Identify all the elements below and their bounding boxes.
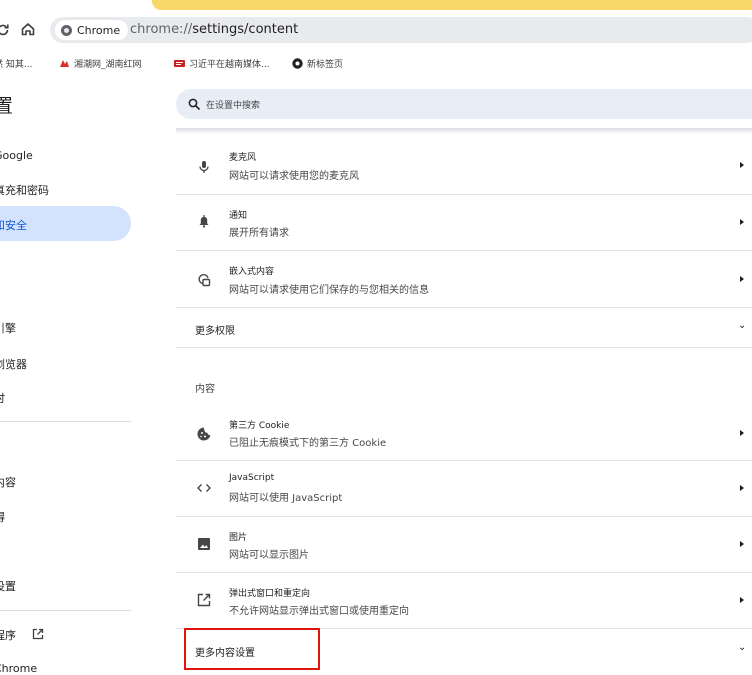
bookmark-item[interactable]: 新标签页 — [292, 57, 343, 70]
content-row-popups[interactable]: 弹出式窗口和重定向 不允许网站显示弹出式窗口或使用重定向 — [176, 572, 752, 629]
sidebar-item-default-browser[interactable]: 浏览器 — [0, 356, 27, 372]
bookmark-label: 然 知其... — [0, 60, 33, 70]
microphone-icon — [199, 161, 209, 173]
sidebar-item-extensions[interactable]: 程序 — [0, 627, 44, 643]
sidebar-divider — [0, 421, 131, 422]
page-title: 置 — [0, 95, 14, 117]
omnibox[interactable]: Chrome chrome://settings/content — [50, 17, 752, 43]
reload-icon[interactable] — [0, 23, 10, 37]
bookmark-label: 湘潮网_湖南红网 — [74, 60, 142, 70]
content-row-images[interactable]: 图片 网站可以显示图片 — [176, 516, 752, 573]
code-icon — [197, 484, 211, 492]
arrow-right-icon — [740, 276, 744, 282]
arrow-right-icon — [740, 485, 744, 491]
arrow-right-icon — [740, 219, 744, 225]
url-scheme: chrome:// — [130, 22, 193, 37]
bookmark-item[interactable]: 湘潮网_湖南红网 — [59, 57, 142, 70]
top-notice-bar — [152, 0, 752, 10]
row-title: 嵌入式内容 — [229, 267, 275, 277]
chevron-down-icon: ⌄ — [738, 320, 747, 331]
permission-row-notifications[interactable]: 通知 展开所有请求 — [176, 194, 752, 251]
image-icon — [198, 538, 210, 550]
bookmark-item[interactable]: 习近平在越南媒体... — [174, 57, 270, 70]
row-title: 通知 — [229, 211, 248, 221]
bookmark-label: 新标签页 — [307, 60, 344, 70]
settings-header: 置 在设置中搜索 — [0, 84, 752, 128]
content-row-javascript[interactable]: JavaScript 网站可以使用 JavaScript — [176, 460, 752, 517]
content-row-third-party-cookies[interactable]: 第三方 Cookie 已阻止无痕模式下的第三方 Cookie — [176, 409, 752, 460]
arrow-right-icon — [740, 541, 744, 547]
site-info-chip[interactable]: Chrome — [55, 20, 129, 40]
sidebar-item-downloads[interactable]: 得 — [0, 509, 5, 525]
sidebar-item-reset[interactable]: 设置 — [0, 578, 16, 594]
url-text[interactable]: chrome://settings/content — [130, 22, 298, 37]
sidebar-item-privacy[interactable]: 和安全 — [0, 217, 27, 233]
bookmark-label: 习近平在越南媒体... — [189, 60, 270, 70]
row-title: 麦克风 — [229, 153, 257, 163]
home-icon[interactable] — [20, 21, 36, 37]
browser-toolbar: Chrome chrome://settings/content — [0, 15, 752, 49]
row-title: JavaScript — [229, 473, 275, 483]
arrow-right-icon — [740, 597, 744, 603]
sidebar-item-about-chrome[interactable]: Chrome — [0, 662, 37, 675]
chip-label: Chrome — [77, 23, 121, 37]
open-in-new-icon — [197, 593, 211, 607]
row-title: 图片 — [229, 533, 248, 543]
more-permissions-expander[interactable]: 更多权限 ⌄ — [176, 307, 752, 348]
settings-search[interactable]: 在设置中搜索 — [176, 89, 752, 119]
url-path: settings/content — [192, 22, 299, 37]
sidebar-item-content[interactable]: 内容 — [0, 474, 16, 490]
search-input[interactable]: 在设置中搜索 — [206, 98, 260, 111]
content-section-header: 内容 — [176, 347, 752, 410]
chevron-down-icon: ⌄ — [738, 642, 747, 653]
row-subtitle: 网站可以请求使用它们保存的与您相关的信息 — [229, 285, 429, 296]
row-title: 第三方 Cookie — [229, 421, 290, 431]
bookmark-item[interactable]: 然 知其... — [0, 57, 32, 70]
settings-main-panel: 麦克风 网站可以请求使用您的麦克风 通知 展开所有请求 嵌入式内容 网站可以请求… — [176, 134, 752, 671]
search-icon — [188, 98, 200, 110]
sidebar-item-autofill[interactable]: 真充和密码 — [0, 182, 49, 198]
content-heading: 内容 — [195, 384, 215, 395]
sidebar-divider — [0, 610, 131, 611]
bell-icon — [199, 215, 209, 228]
embedded-content-icon — [198, 274, 211, 287]
row-subtitle: 网站可以显示图片 — [229, 550, 309, 561]
row-subtitle: 网站可以使用 JavaScript — [229, 493, 343, 504]
cookie-icon — [197, 427, 211, 441]
sidebar-item-google[interactable]: Google — [0, 149, 33, 162]
hongwang-logo-icon — [60, 60, 69, 67]
chrome-logo-icon — [61, 24, 72, 36]
settings-sidebar: Google 真充和密码 和安全 引擎 浏览器 时 内容 得 设置 程序 Chr… — [0, 134, 176, 675]
arrow-right-icon — [740, 430, 744, 436]
row-title: 弹出式窗口和重定向 — [229, 589, 311, 599]
row-subtitle: 不允许网站显示弹出式窗口或使用重定向 — [229, 606, 409, 617]
open-in-new-icon — [32, 628, 43, 640]
sidebar-item-label: 程序 — [0, 629, 16, 642]
row-subtitle: 已阻止无痕模式下的第三方 Cookie — [229, 438, 387, 449]
arrow-right-icon — [740, 162, 744, 168]
row-subtitle: 展开所有请求 — [229, 228, 289, 239]
row-subtitle: 网站可以请求使用您的麦克风 — [229, 171, 359, 182]
permission-row-microphone[interactable]: 麦克风 网站可以请求使用您的麦克风 — [176, 137, 752, 194]
highlight-annotation-box — [184, 628, 320, 670]
permission-row-embedded-content[interactable]: 嵌入式内容 网站可以请求使用它们保存的与您相关的信息 — [176, 250, 752, 308]
bookmarks-bar: 然 知其... 湘潮网_湖南红网 习近平在越南媒体... 新标签页 — [0, 54, 752, 74]
news-logo-icon — [174, 60, 185, 67]
sidebar-item-startup[interactable]: 时 — [0, 390, 5, 406]
chrome-logo-icon — [292, 58, 303, 69]
more-permissions-label: 更多权限 — [195, 326, 235, 337]
sidebar-item-search-engine[interactable]: 引擎 — [0, 320, 16, 336]
